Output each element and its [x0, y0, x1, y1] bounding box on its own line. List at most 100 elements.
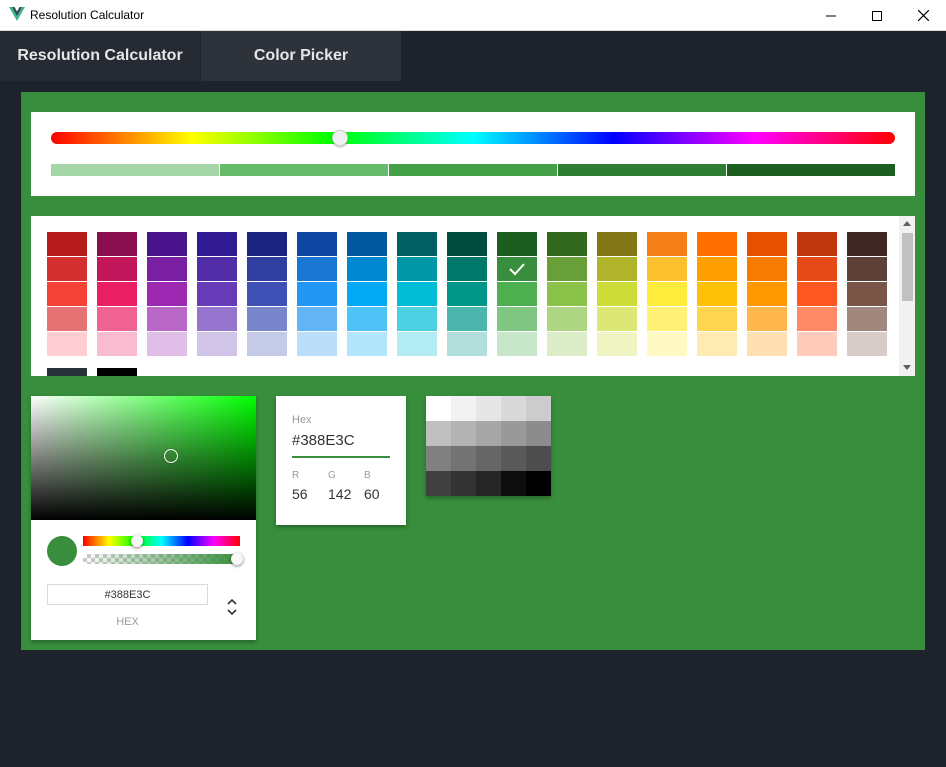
color-swatch[interactable] [497, 282, 537, 306]
color-swatch[interactable] [497, 232, 537, 256]
gray-swatch[interactable] [451, 446, 476, 471]
color-swatch[interactable] [547, 282, 587, 306]
color-swatch[interactable] [297, 307, 337, 331]
color-swatch[interactable] [247, 232, 287, 256]
color-swatch[interactable] [47, 232, 87, 256]
color-swatch[interactable] [447, 257, 487, 281]
color-swatch[interactable] [747, 332, 787, 356]
gray-swatch[interactable] [426, 421, 451, 446]
color-swatch[interactable] [847, 282, 887, 306]
color-swatch[interactable] [597, 282, 637, 306]
color-swatch[interactable] [97, 282, 137, 306]
color-swatch[interactable] [247, 257, 287, 281]
color-swatch[interactable] [697, 257, 737, 281]
color-swatch[interactable] [97, 368, 137, 376]
color-swatch[interactable] [147, 232, 187, 256]
color-swatch[interactable] [647, 232, 687, 256]
shade-swatch[interactable] [727, 164, 895, 176]
color-swatch[interactable] [97, 332, 137, 356]
gray-swatch[interactable] [476, 471, 501, 496]
format-toggle-icon[interactable] [225, 596, 239, 618]
color-swatch[interactable] [497, 307, 537, 331]
gray-swatch[interactable] [476, 446, 501, 471]
g-value[interactable]: 142 [328, 486, 351, 502]
shade-swatch[interactable] [51, 164, 220, 176]
shade-swatch[interactable] [220, 164, 389, 176]
gray-swatch[interactable] [501, 396, 526, 421]
color-swatch[interactable] [97, 232, 137, 256]
gray-swatch[interactable] [501, 446, 526, 471]
color-swatch[interactable] [347, 332, 387, 356]
hex-input-field[interactable] [47, 584, 208, 605]
color-swatch[interactable] [397, 282, 437, 306]
mini-hue-slider[interactable] [83, 536, 240, 546]
color-swatch[interactable] [197, 307, 237, 331]
color-swatch[interactable] [797, 257, 837, 281]
color-swatch[interactable] [597, 332, 637, 356]
hue-slider-thumb[interactable] [332, 130, 348, 146]
gray-swatch[interactable] [451, 396, 476, 421]
color-swatch[interactable] [247, 282, 287, 306]
color-swatch[interactable] [347, 282, 387, 306]
r-value[interactable]: 56 [292, 486, 308, 502]
gray-swatch[interactable] [426, 396, 451, 421]
hue-slider[interactable] [51, 132, 895, 144]
color-swatch[interactable] [497, 332, 537, 356]
color-swatch[interactable] [747, 257, 787, 281]
shade-swatch[interactable] [558, 164, 727, 176]
color-swatch[interactable] [347, 232, 387, 256]
color-swatch[interactable] [797, 307, 837, 331]
color-swatch[interactable] [547, 257, 587, 281]
color-swatch[interactable] [747, 282, 787, 306]
gray-swatch[interactable] [426, 446, 451, 471]
color-swatch[interactable] [297, 282, 337, 306]
color-swatch[interactable] [147, 257, 187, 281]
color-swatch[interactable] [397, 332, 437, 356]
shade-swatch[interactable] [389, 164, 558, 176]
alpha-thumb[interactable] [231, 553, 243, 565]
color-swatch[interactable] [197, 257, 237, 281]
color-swatch[interactable] [47, 282, 87, 306]
color-swatch[interactable] [847, 257, 887, 281]
color-swatch[interactable] [147, 332, 187, 356]
saturation-value-area[interactable] [31, 396, 256, 520]
hex-value[interactable]: #388E3C [292, 432, 355, 449]
alpha-slider[interactable] [83, 554, 240, 564]
gray-swatch[interactable] [501, 471, 526, 496]
color-swatch[interactable] [447, 332, 487, 356]
color-swatch[interactable] [847, 232, 887, 256]
color-swatch[interactable] [47, 307, 87, 331]
gray-swatch[interactable] [526, 471, 551, 496]
color-swatch[interactable] [497, 257, 537, 281]
minimize-button[interactable] [808, 0, 854, 31]
color-swatch[interactable] [447, 282, 487, 306]
gray-swatch[interactable] [526, 446, 551, 471]
scroll-down-arrow-icon[interactable] [903, 365, 911, 370]
color-swatch[interactable] [647, 257, 687, 281]
gray-swatch[interactable] [476, 421, 501, 446]
color-swatch[interactable] [747, 232, 787, 256]
gray-swatch[interactable] [526, 421, 551, 446]
color-swatch[interactable] [697, 307, 737, 331]
color-swatch[interactable] [347, 307, 387, 331]
color-swatch[interactable] [797, 282, 837, 306]
color-swatch[interactable] [297, 257, 337, 281]
gray-swatch[interactable] [476, 396, 501, 421]
tab-resolution-calculator[interactable]: Resolution Calculator [0, 31, 200, 81]
maximize-button[interactable] [854, 0, 900, 31]
color-swatch[interactable] [47, 332, 87, 356]
color-swatch[interactable] [147, 307, 187, 331]
color-swatch[interactable] [747, 307, 787, 331]
color-swatch[interactable] [597, 232, 637, 256]
color-swatch[interactable] [197, 232, 237, 256]
color-swatch[interactable] [847, 332, 887, 356]
color-swatch[interactable] [447, 232, 487, 256]
gray-swatch[interactable] [526, 396, 551, 421]
color-swatch[interactable] [397, 257, 437, 281]
saturation-value-thumb[interactable] [164, 449, 178, 463]
swatch-scroll-thumb[interactable] [902, 233, 913, 301]
color-swatch[interactable] [97, 307, 137, 331]
color-swatch[interactable] [847, 307, 887, 331]
gray-swatch[interactable] [451, 471, 476, 496]
color-swatch[interactable] [647, 307, 687, 331]
